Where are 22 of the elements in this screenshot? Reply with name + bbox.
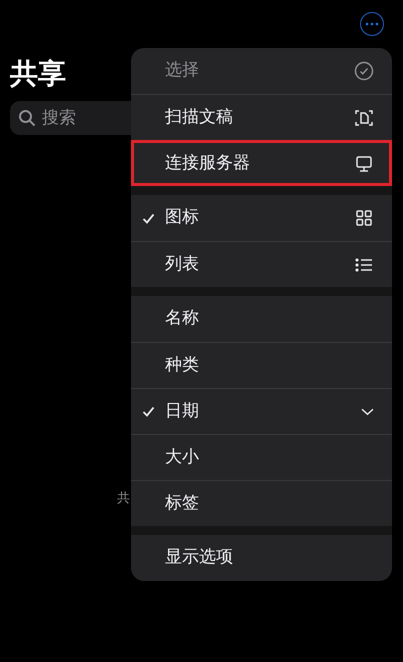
menu-item[interactable]: 日期 bbox=[131, 388, 392, 434]
menu-item[interactable]: 名称 bbox=[131, 296, 392, 342]
menu-item[interactable]: 大小 bbox=[131, 434, 392, 480]
empty-state-subtitle: 共 bbox=[117, 490, 130, 508]
checkmark-icon bbox=[142, 405, 154, 418]
scan-document-icon bbox=[354, 108, 374, 128]
menu-item[interactable]: 列表 bbox=[131, 241, 392, 287]
monitor-icon bbox=[354, 154, 374, 174]
ellipsis-icon bbox=[365, 22, 379, 26]
menu-item[interactable]: 标签 bbox=[131, 480, 392, 526]
more-button[interactable] bbox=[360, 12, 384, 36]
menu-item[interactable]: 种类 bbox=[131, 342, 392, 388]
search-icon bbox=[18, 109, 36, 127]
checkmark-icon bbox=[142, 212, 154, 224]
page-title: 共享 bbox=[10, 56, 66, 92]
chevron-down-icon bbox=[361, 408, 374, 416]
grid-icon bbox=[354, 208, 374, 228]
menu-item[interactable]: 图标 bbox=[131, 195, 392, 241]
menu-item[interactable]: 显示选项 bbox=[131, 535, 392, 581]
menu-item[interactable]: 连接服务器 bbox=[131, 140, 392, 186]
check-circle-icon bbox=[354, 61, 374, 81]
menu-item[interactable]: 扫描文稿 bbox=[131, 94, 392, 140]
